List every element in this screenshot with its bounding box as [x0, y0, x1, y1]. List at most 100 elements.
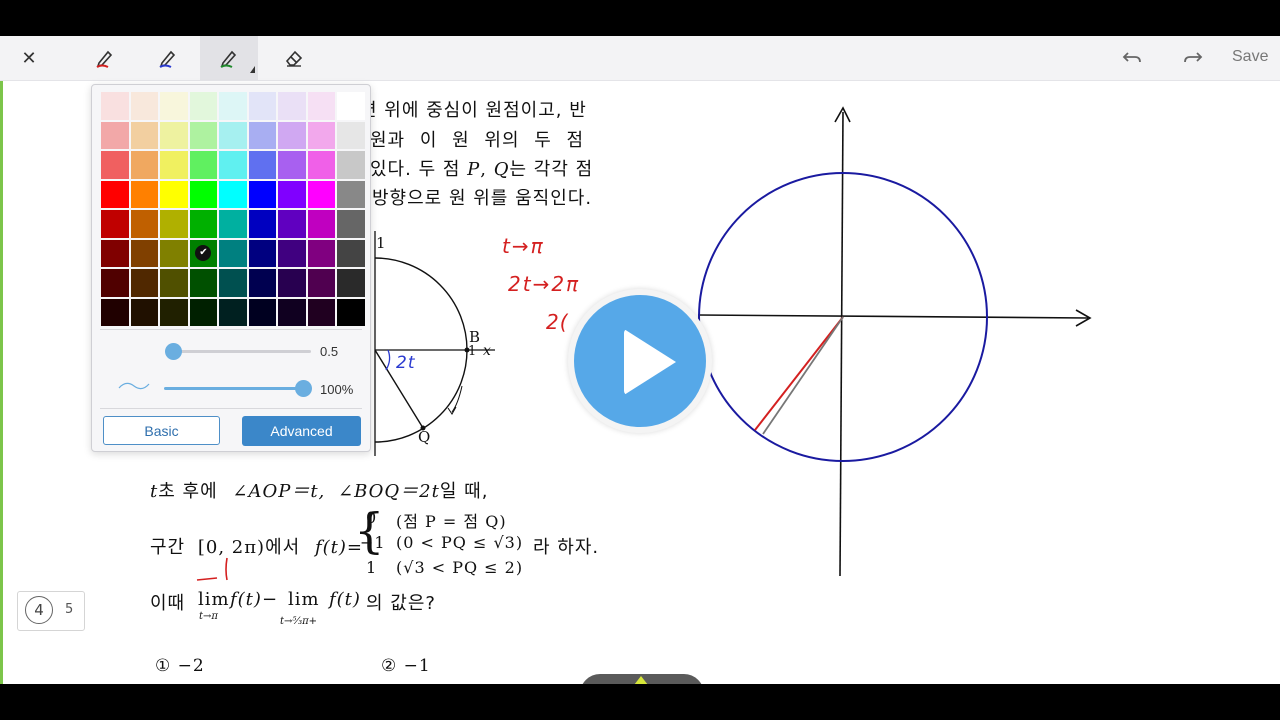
- opacity-slider-value: 100%: [320, 382, 354, 397]
- advanced-mode-button[interactable]: Advanced: [242, 416, 361, 446]
- play-button[interactable]: [568, 289, 712, 433]
- color-swatch[interactable]: [277, 120, 307, 150]
- problem-line-1: 면 위에 중심이 원점이고, 반: [360, 100, 587, 121]
- color-swatch[interactable]: [336, 297, 366, 327]
- color-swatch[interactable]: [277, 209, 307, 239]
- color-swatch[interactable]: [247, 209, 278, 239]
- color-swatch[interactable]: [129, 179, 160, 209]
- basic-mode-button[interactable]: Basic: [103, 416, 220, 445]
- color-swatch[interactable]: [188, 91, 219, 121]
- color-swatch[interactable]: [159, 209, 189, 239]
- red-pen-icon[interactable]: [89, 42, 121, 74]
- color-swatch[interactable]: [218, 268, 248, 298]
- color-swatch[interactable]: [336, 209, 366, 239]
- color-swatch[interactable]: [188, 268, 219, 298]
- color-swatch[interactable]: [129, 209, 160, 239]
- case-2-value: −1: [360, 533, 386, 552]
- picker-divider-top: [100, 329, 362, 330]
- color-swatch[interactable]: [218, 209, 248, 239]
- color-swatch[interactable]: [247, 238, 278, 268]
- undo-icon[interactable]: [1116, 42, 1148, 74]
- color-swatch[interactable]: [218, 297, 248, 327]
- color-swatch[interactable]: [159, 297, 189, 327]
- unit-circle-graph: [697, 106, 1092, 577]
- color-swatch[interactable]: [188, 120, 219, 150]
- color-swatch[interactable]: [159, 120, 189, 150]
- save-button[interactable]: Save: [1232, 48, 1268, 66]
- color-swatch[interactable]: [277, 238, 307, 268]
- color-swatch[interactable]: [100, 268, 130, 298]
- blue-pen-icon[interactable]: [152, 42, 184, 74]
- question-prefix: 이때: [150, 593, 186, 614]
- redo-icon[interactable]: [1177, 42, 1209, 74]
- color-swatch[interactable]: [159, 91, 189, 121]
- color-swatch[interactable]: [247, 91, 278, 121]
- color-swatch[interactable]: [336, 268, 366, 298]
- color-swatch[interactable]: [336, 91, 366, 121]
- color-swatch[interactable]: [336, 179, 366, 209]
- color-swatch[interactable]: [277, 179, 307, 209]
- color-swatch[interactable]: [336, 150, 366, 180]
- color-swatch[interactable]: [277, 150, 307, 180]
- color-swatch[interactable]: [159, 238, 189, 268]
- close-icon[interactable]: ✕: [13, 42, 45, 74]
- color-swatch[interactable]: [277, 268, 307, 298]
- opacity-slider-track[interactable]: [164, 387, 304, 390]
- opacity-slider-thumb[interactable]: [295, 380, 312, 397]
- size-slider-thumb[interactable]: [165, 343, 182, 360]
- color-swatch[interactable]: [159, 150, 189, 180]
- color-swatch[interactable]: [188, 238, 219, 268]
- page-indicator[interactable]: 4 5: [17, 591, 85, 631]
- color-swatch[interactable]: [188, 150, 219, 180]
- color-swatch[interactable]: [306, 209, 337, 239]
- color-swatch[interactable]: [129, 268, 160, 298]
- color-swatch[interactable]: [336, 120, 366, 150]
- color-swatch[interactable]: [306, 179, 337, 209]
- color-swatch[interactable]: [188, 297, 219, 327]
- color-swatch[interactable]: [306, 238, 337, 268]
- green-pen-icon[interactable]: [200, 36, 258, 80]
- color-swatch[interactable]: [100, 150, 130, 180]
- color-swatch[interactable]: [100, 179, 130, 209]
- color-swatch[interactable]: [306, 91, 337, 121]
- color-swatch[interactable]: [247, 179, 278, 209]
- color-swatch[interactable]: [129, 297, 160, 327]
- color-swatch[interactable]: [129, 238, 160, 268]
- color-swatch[interactable]: [188, 179, 219, 209]
- choice-2[interactable]: ② −1: [381, 656, 431, 676]
- color-swatch[interactable]: [100, 91, 130, 121]
- color-swatch[interactable]: [218, 238, 248, 268]
- color-swatch[interactable]: [247, 120, 278, 150]
- color-swatch[interactable]: [100, 297, 130, 327]
- color-swatch[interactable]: [159, 268, 189, 298]
- color-swatch[interactable]: [100, 120, 130, 150]
- choice-1[interactable]: ① −2: [155, 656, 205, 676]
- color-swatch[interactable]: [159, 179, 189, 209]
- color-swatch[interactable]: [129, 150, 160, 180]
- color-swatch[interactable]: [336, 238, 366, 268]
- pen-options-caret-icon[interactable]: [250, 66, 255, 73]
- color-swatch[interactable]: [100, 238, 130, 268]
- color-swatch[interactable]: [306, 268, 337, 298]
- color-swatch[interactable]: [247, 268, 278, 298]
- color-swatch[interactable]: [218, 179, 248, 209]
- color-swatch[interactable]: [247, 150, 278, 180]
- problem-line-3-rest: 는 각각 점: [509, 159, 594, 180]
- color-swatch[interactable]: [277, 91, 307, 121]
- color-swatch[interactable]: [247, 297, 278, 327]
- color-swatch[interactable]: [188, 209, 219, 239]
- color-swatch[interactable]: [218, 91, 248, 121]
- color-swatch[interactable]: [306, 150, 337, 180]
- color-swatch[interactable]: [218, 120, 248, 150]
- color-swatch[interactable]: [100, 209, 130, 239]
- color-swatch[interactable]: [277, 297, 307, 327]
- color-swatch[interactable]: [129, 91, 160, 121]
- color-swatch[interactable]: [306, 120, 337, 150]
- color-swatch[interactable]: [129, 120, 160, 150]
- eraser-icon[interactable]: [278, 42, 310, 74]
- size-slider-track[interactable]: [176, 350, 311, 353]
- color-swatch[interactable]: [218, 150, 248, 180]
- color-swatch[interactable]: [306, 297, 337, 327]
- picker-divider-bottom: [100, 408, 362, 409]
- handwritten-note-2: 2t→2π: [508, 272, 581, 296]
